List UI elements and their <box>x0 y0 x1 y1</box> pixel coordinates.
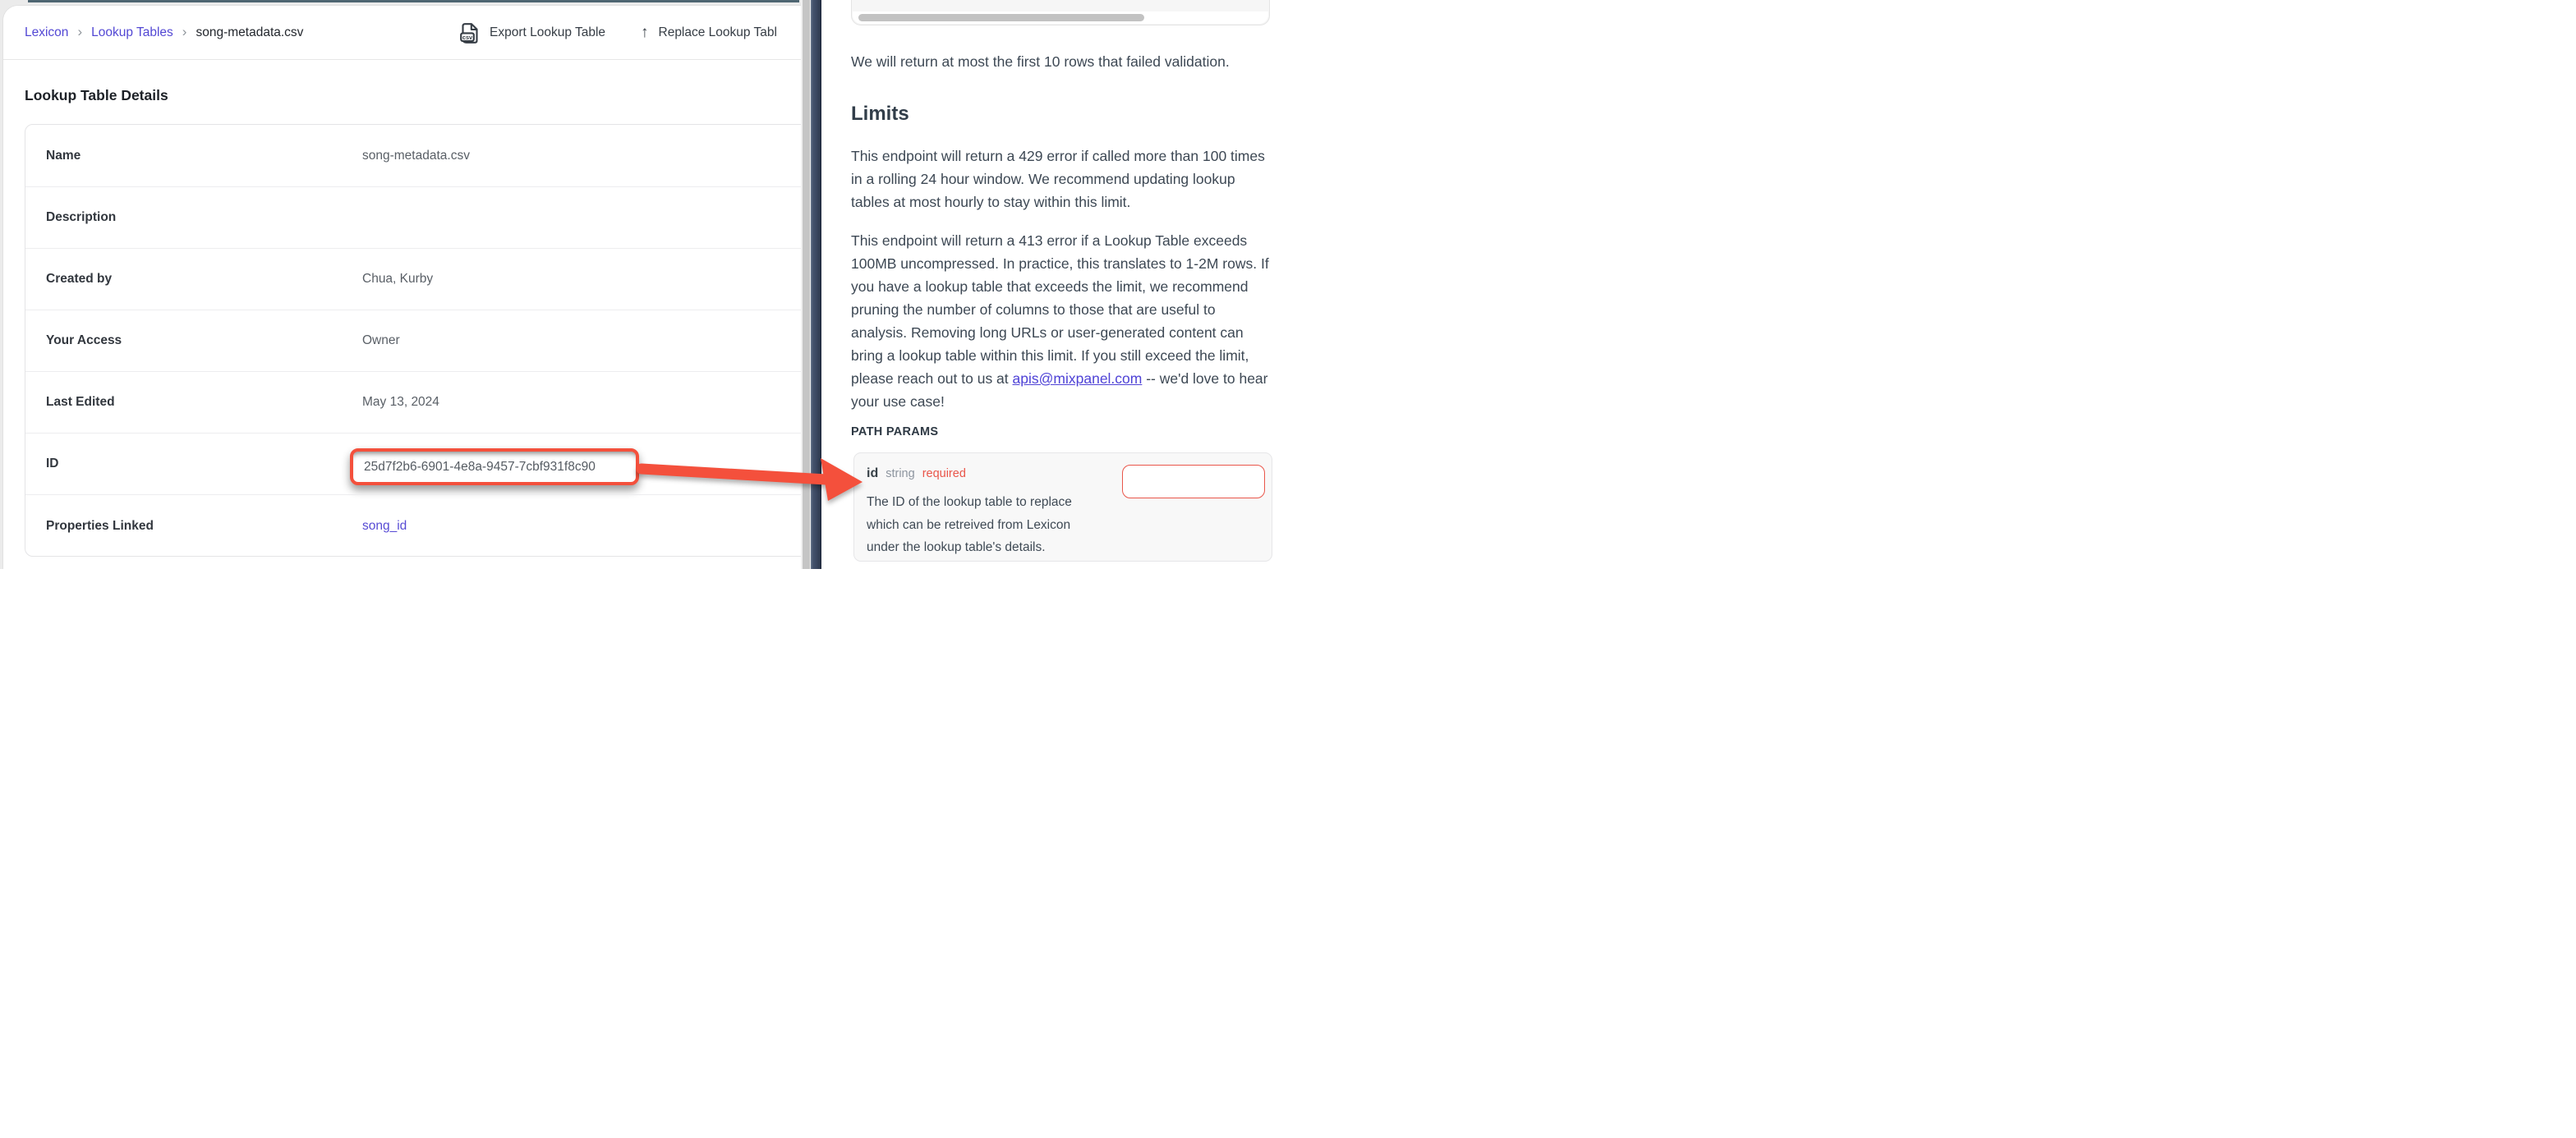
export-button-label: Export Lookup Table <box>490 25 605 40</box>
param-name: id <box>867 466 878 481</box>
csv-file-icon: csv <box>460 22 480 44</box>
row-value: Chua, Kurby <box>362 272 433 287</box>
table-row-created-by: Created by Chua, Kurby <box>25 248 801 310</box>
breadcrumb-separator-icon: › <box>182 24 187 40</box>
svg-text:csv: csv <box>462 33 473 40</box>
row-value: May 13, 2024 <box>362 395 439 410</box>
table-row-properties-linked: Properties Linked song_id <box>25 494 801 557</box>
arrow-up-icon: ↑ <box>641 24 649 42</box>
row-label: ID <box>25 457 362 471</box>
lookup-table-id-value: 25d7f2b6-6901-4e8a-9457-7cbf931f8c90 <box>364 460 596 475</box>
code-sample-block <box>851 0 1270 25</box>
row-label: Created by <box>25 272 362 287</box>
param-description: The ID of the lookup table to replace wh… <box>867 491 1106 559</box>
table-row-id: ID 25d7f2b6-6901-4e8a-9457-7cbf931f8c90 <box>25 433 801 494</box>
docs-limits-paragraph-2: This endpoint will return a 413 error if… <box>851 229 1273 413</box>
docs-limits-paragraph-1: This endpoint will return a 429 error if… <box>851 145 1273 213</box>
id-annotation-box: 25d7f2b6-6901-4e8a-9457-7cbf931f8c90 <box>350 448 639 485</box>
export-lookup-table-button[interactable]: csv Export Lookup Table <box>460 6 605 60</box>
path-params-section-label: PATH PARAMS <box>851 425 938 438</box>
lookup-table-details-card: Name song-metadata.csv Description Creat… <box>25 124 801 557</box>
breadcrumb: Lexicon › Lookup Tables › song-metadata.… <box>25 6 303 60</box>
scrollbar-thumb[interactable] <box>803 0 810 569</box>
breadcrumb-lookup-tables[interactable]: Lookup Tables <box>91 25 173 40</box>
row-label: Your Access <box>25 333 362 348</box>
docs-intro-paragraph: We will return at most the first 10 rows… <box>851 50 1273 73</box>
replace-lookup-table-button[interactable]: ↑ Replace Lookup Tabl <box>641 6 777 60</box>
table-row-name: Name song-metadata.csv <box>25 125 801 186</box>
song-id-property-link[interactable]: song_id <box>362 519 407 534</box>
row-label: Properties Linked <box>25 519 362 534</box>
limits-heading: Limits <box>851 103 909 126</box>
row-value: song-metadata.csv <box>362 149 470 163</box>
screenshot-stage: Lexicon › Lookup Tables › song-metadata.… <box>0 0 1288 569</box>
page-title: Lookup Table Details <box>25 87 168 104</box>
paragraph-text: This endpoint will return a 413 error if… <box>851 232 1269 387</box>
row-label: Name <box>25 149 362 163</box>
window-divider-bar <box>811 0 821 569</box>
row-label: Last Edited <box>25 395 362 410</box>
id-param-input[interactable] <box>1122 465 1265 498</box>
horizontal-scrollbar-track[interactable] <box>853 11 1268 24</box>
param-type: string <box>886 467 914 480</box>
table-row-description: Description <box>25 186 801 248</box>
breadcrumb-current-file: song-metadata.csv <box>196 25 303 40</box>
param-required-badge: required <box>922 467 966 480</box>
lexicon-window: Lexicon › Lookup Tables › song-metadata.… <box>3 6 801 569</box>
path-param-card: id string required The ID of the lookup … <box>853 452 1272 562</box>
table-row-last-edited: Last Edited May 13, 2024 <box>25 371 801 433</box>
breadcrumb-separator-icon: › <box>77 24 82 40</box>
table-row-your-access: Your Access Owner <box>25 310 801 371</box>
api-docs-panel: We will return at most the first 10 rows… <box>821 0 1288 569</box>
left-window-scrollbar[interactable] <box>801 0 811 569</box>
row-label: Description <box>25 210 362 225</box>
row-value: Owner <box>362 333 400 348</box>
lexicon-header-bar: Lexicon › Lookup Tables › song-metadata.… <box>3 6 801 60</box>
horizontal-scrollbar-thumb[interactable] <box>858 14 1144 21</box>
replace-button-label: Replace Lookup Tabl <box>659 25 778 40</box>
window-top-edge <box>28 0 799 2</box>
param-header: id string required <box>867 466 966 481</box>
mixpanel-email-link[interactable]: apis@mixpanel.com <box>1013 370 1143 387</box>
breadcrumb-lexicon[interactable]: Lexicon <box>25 25 68 40</box>
